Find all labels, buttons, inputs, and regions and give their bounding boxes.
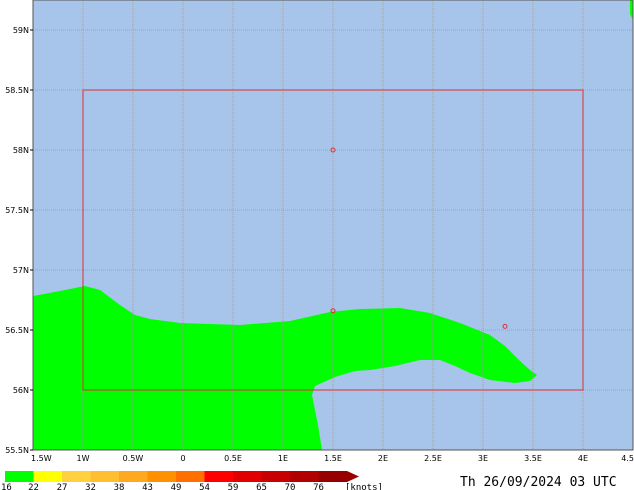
legend-unit: [knots] xyxy=(345,483,383,490)
longitude-label: 1E xyxy=(278,454,288,463)
longitude-label: 1.5W xyxy=(31,454,52,463)
legend-value: 76 xyxy=(313,483,324,490)
legend-value: 49 xyxy=(171,483,182,490)
longitude-label: 1.5E xyxy=(324,454,342,463)
latitude-labels: 59N 58.5N 58N 57.5N 57N 56.5N 56N 55.5N xyxy=(5,26,33,455)
longitude-label: 3E xyxy=(478,454,488,463)
latitude-label: 58.5N xyxy=(5,86,29,95)
longitude-label: 0.5E xyxy=(224,454,242,463)
legend-swatch xyxy=(5,471,34,482)
legend-value: 70 xyxy=(285,483,296,490)
legend-value: 27 xyxy=(57,483,68,490)
legend-swatch xyxy=(119,471,148,482)
longitude-label: 0 xyxy=(180,454,185,463)
longitude-label: 4E xyxy=(578,454,588,463)
legend-swatch xyxy=(90,471,119,482)
forecast-timestamp: Th 26/09/2024 03 UTC xyxy=(460,475,617,490)
legend-value: 59 xyxy=(228,483,239,490)
legend-value: 22 xyxy=(28,483,39,490)
legend-swatch xyxy=(62,471,91,482)
legend-value: 43 xyxy=(142,483,153,490)
wind-map: 59N 58.5N 58N 57.5N 57N 56.5N 56N 55.5N 1.5W 1W 0… xyxy=(1,0,634,490)
longitude-labels: 1.5W 1W 0.5W 0 0.5E 1E 1.5E 2E 2.5E 3E 3.5E 4E 4.5 xyxy=(31,454,634,463)
legend-swatch xyxy=(204,471,233,482)
legend-swatch xyxy=(290,471,319,482)
legend-swatch xyxy=(33,471,62,482)
latitude-label: 56N xyxy=(13,386,29,395)
longitude-label: 4.5 xyxy=(621,454,634,463)
legend-swatch xyxy=(318,471,347,482)
legend-value: 54 xyxy=(199,483,210,490)
wind-speed-legend: 16 22 27 32 38 43 49 54 59 65 70 76 [knots] xyxy=(1,471,383,490)
longitude-label: 2.5E xyxy=(424,454,442,463)
legend-arrow xyxy=(347,471,359,482)
legend-swatch xyxy=(176,471,205,482)
latitude-label: 58N xyxy=(13,146,29,155)
latitude-label: 59N xyxy=(13,26,29,35)
legend-swatch xyxy=(147,471,176,482)
legend-swatch xyxy=(261,471,290,482)
latitude-label: 56.5N xyxy=(5,326,29,335)
legend-value: 32 xyxy=(85,483,96,490)
latitude-label: 57N xyxy=(13,266,29,275)
longitude-label: 0.5W xyxy=(123,454,144,463)
longitude-label: 1W xyxy=(77,454,90,463)
longitude-label: 3.5E xyxy=(524,454,542,463)
legend-value: 16 xyxy=(1,483,12,490)
legend-swatch xyxy=(233,471,262,482)
legend-value: 65 xyxy=(256,483,267,490)
latitude-label: 57.5N xyxy=(5,206,29,215)
latitude-label: 55.5N xyxy=(5,446,29,455)
longitude-label: 2E xyxy=(378,454,388,463)
legend-value: 38 xyxy=(114,483,125,490)
